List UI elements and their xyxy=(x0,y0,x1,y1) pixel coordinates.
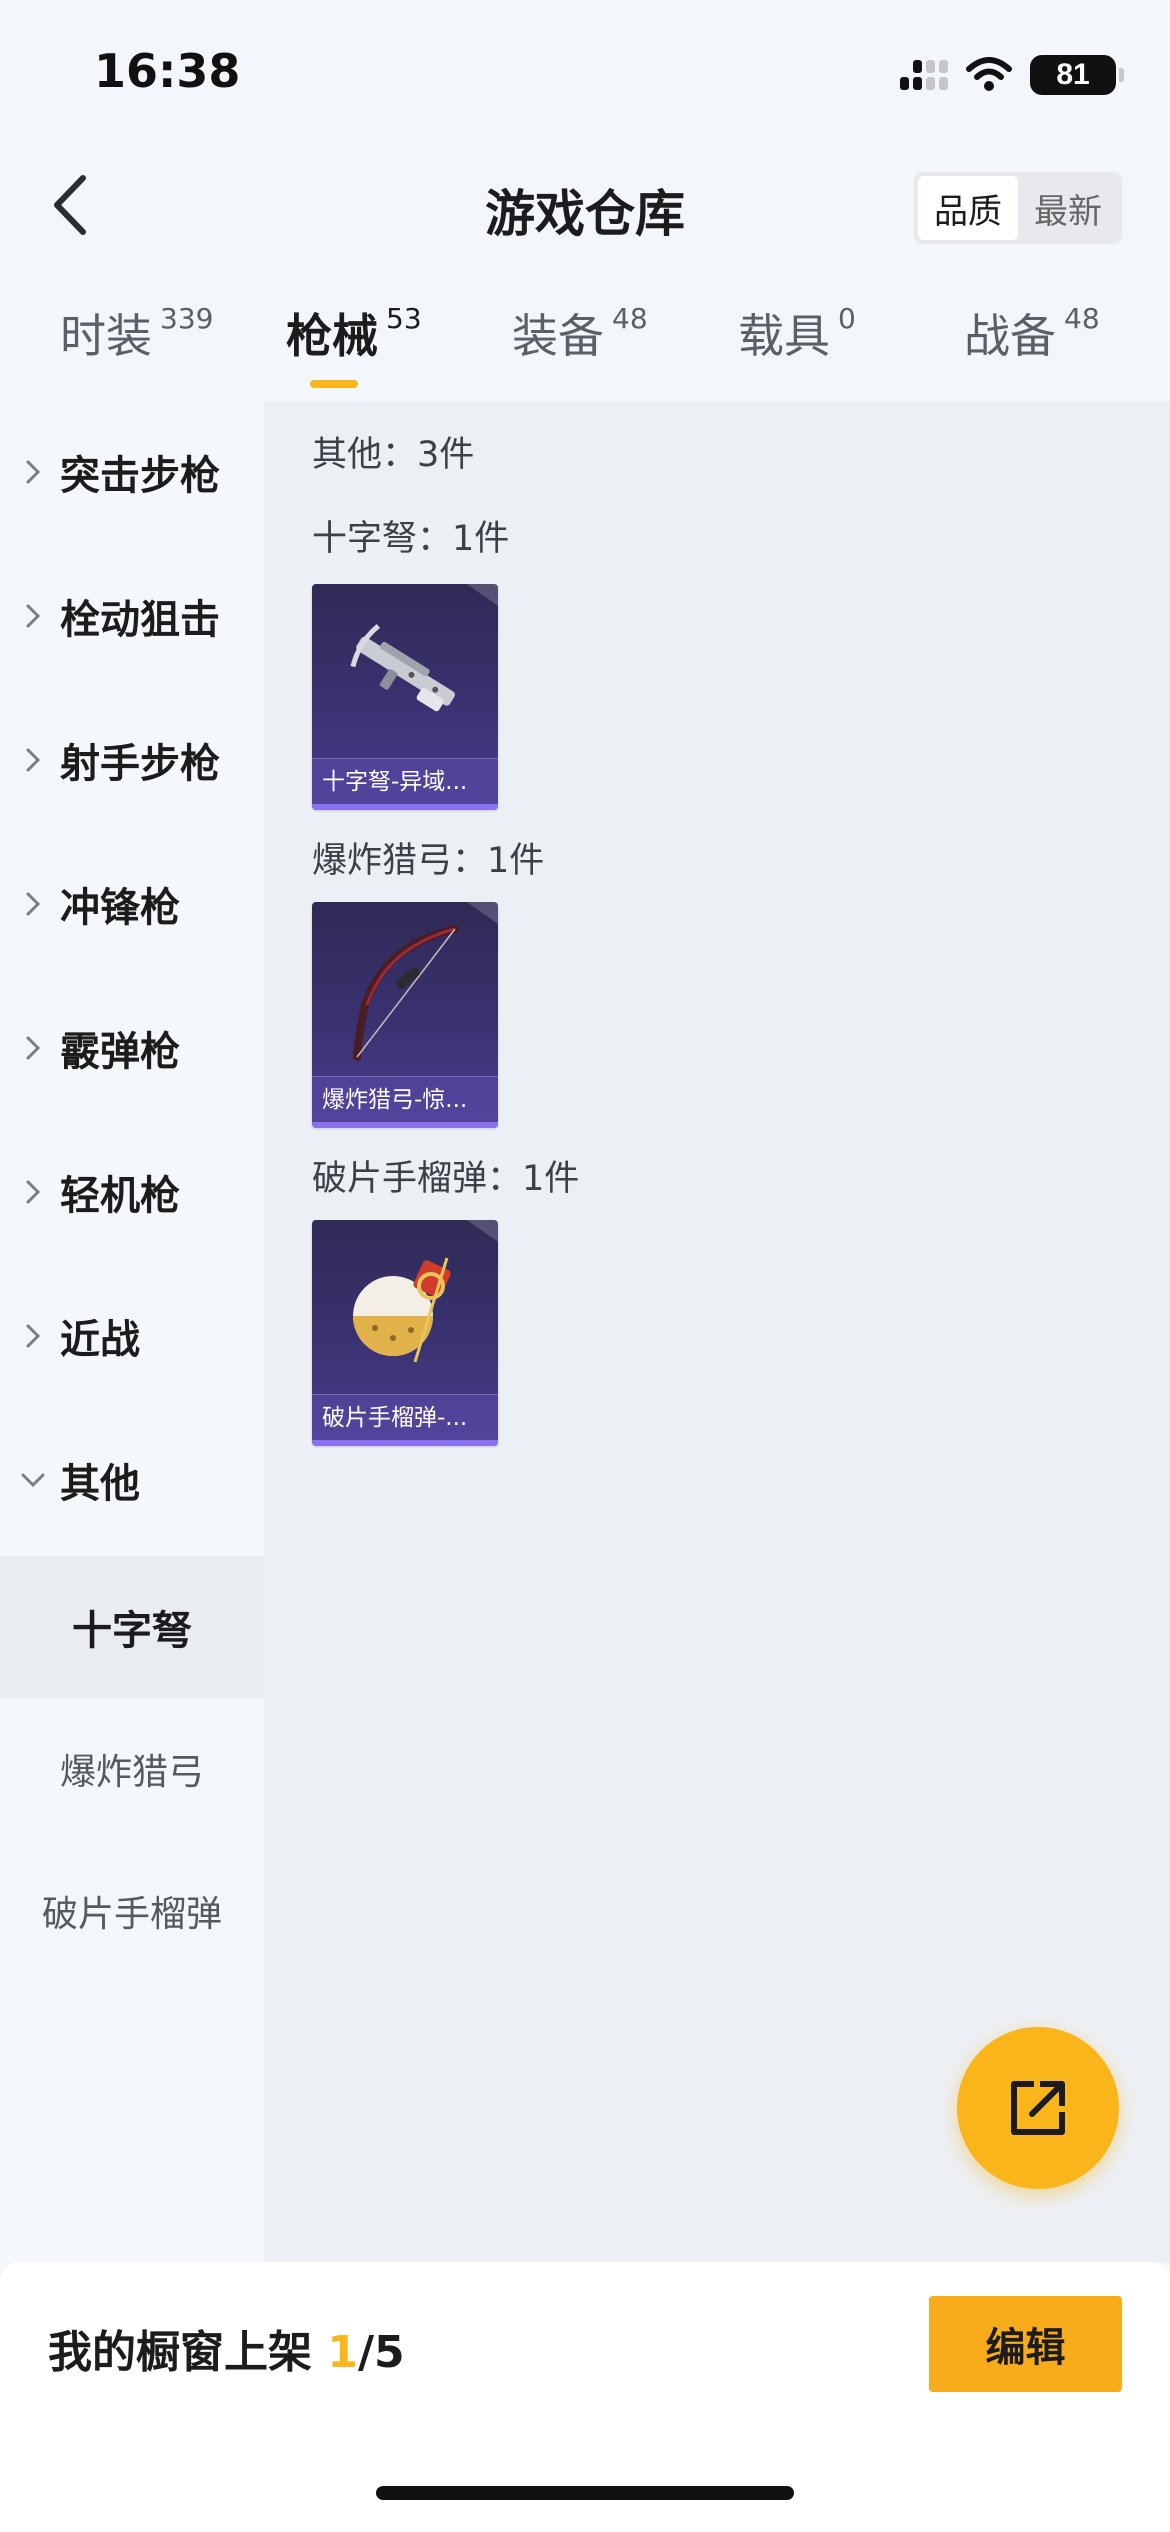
tab-count: 339 xyxy=(160,302,214,335)
group-heading: 爆炸猎弓：1件 xyxy=(312,841,545,881)
active-tab-indicator xyxy=(310,380,358,388)
sort-toggle: 品质 最新 xyxy=(914,172,1122,244)
sort-newest-option[interactable]: 最新 xyxy=(1018,176,1118,240)
chevron-down-icon xyxy=(0,1472,60,1488)
wifi-icon xyxy=(966,57,1012,91)
item-caption: 十字弩-异域... xyxy=(312,758,498,804)
rarity-bar xyxy=(312,1440,498,1446)
sort-quality-option[interactable]: 品质 xyxy=(918,176,1018,240)
tab-label: 枪械 xyxy=(286,309,378,363)
tab-label: 载具 xyxy=(738,309,830,363)
sidebar-item-bolt-sniper[interactable]: 栓动狙击 xyxy=(0,546,264,686)
sidebar-item-label: 轻机枪 xyxy=(60,1173,180,1219)
tab-label: 装备 xyxy=(512,309,604,363)
tab-count: 53 xyxy=(386,302,422,335)
home-indicator xyxy=(376,2486,794,2500)
chevron-right-icon xyxy=(0,747,60,773)
back-button[interactable] xyxy=(36,170,106,240)
chevron-right-icon xyxy=(0,1179,60,1205)
item-card-explosive-bow[interactable]: 爆炸猎弓-惊... xyxy=(312,902,498,1128)
tab-label: 战备 xyxy=(964,309,1056,363)
sidebar-sub-frag-grenade[interactable]: 破片手榴弹 xyxy=(0,1840,264,1982)
showcase-status: 我的橱窗上架 1/5 xyxy=(48,2316,405,2380)
group-heading: 十字弩：1件 xyxy=(312,519,510,559)
share-button[interactable] xyxy=(957,2027,1119,2189)
item-card-crossbow[interactable]: 十字弩-异域... xyxy=(312,584,498,810)
summary-heading: 其他：3件 xyxy=(312,435,475,475)
chevron-right-icon xyxy=(0,459,60,485)
chevron-left-icon xyxy=(54,175,86,235)
sidebar-item-label: 其他 xyxy=(60,1461,140,1507)
tab-tactical-gear[interactable]: 战备 48 xyxy=(964,300,1100,400)
sidebar-sub-explosive-bow[interactable]: 爆炸猎弓 xyxy=(0,1698,264,1840)
sidebar-item-shotgun[interactable]: 霰弹枪 xyxy=(0,978,264,1118)
sidebar-item-label: 霰弹枪 xyxy=(60,1029,180,1075)
tab-firearms[interactable]: 枪械 53 xyxy=(286,300,422,400)
battery-icon: 81 xyxy=(1030,55,1124,95)
cellular-signal-icon xyxy=(900,60,948,90)
tab-count: 0 xyxy=(838,302,856,335)
item-card-frag-grenade[interactable]: 破片手榴弹-... xyxy=(312,1220,498,1446)
grenade-icon xyxy=(312,1220,498,1396)
sidebar-item-label: 突击步枪 xyxy=(60,453,220,499)
sidebar-item-label: 近战 xyxy=(60,1317,140,1363)
chevron-right-icon xyxy=(0,603,60,629)
item-caption: 破片手榴弹-... xyxy=(312,1394,498,1440)
sidebar-item-smg[interactable]: 冲锋枪 xyxy=(0,834,264,974)
status-icons: 81 xyxy=(900,52,1124,98)
item-caption: 爆炸猎弓-惊... xyxy=(312,1076,498,1122)
tab-count: 48 xyxy=(1064,302,1100,335)
chevron-right-icon xyxy=(0,1323,60,1349)
category-tabs: 时装 339 枪械 53 装备 48 载具 0 战备 48 xyxy=(0,300,1170,400)
tab-vehicles[interactable]: 载具 0 xyxy=(738,300,856,400)
category-sidebar: 突击步枪 栓动狙击 射手步枪 冲锋枪 霰弹枪 轻机枪 近战 其他 十字弩 爆炸猎… xyxy=(0,402,264,2262)
edit-button[interactable]: 编辑 xyxy=(929,2296,1122,2392)
sidebar-item-other[interactable]: 其他 xyxy=(0,1410,264,1550)
crossbow-icon xyxy=(312,584,498,760)
sidebar-item-label: 栓动狙击 xyxy=(60,597,220,643)
showcase-current: 1 xyxy=(327,2327,358,2378)
group-heading: 破片手榴弹：1件 xyxy=(312,1159,580,1199)
status-bar: 16:38 81 xyxy=(0,0,1170,150)
battery-level: 81 xyxy=(1056,58,1090,91)
item-list: 其他：3件 十字弩：1件 十字弩-异域... 爆炸猎弓：1件 爆炸猎弓-惊...… xyxy=(264,402,1170,2262)
rarity-bar xyxy=(312,804,498,810)
sidebar-item-marksman-rifle[interactable]: 射手步枪 xyxy=(0,690,264,830)
tab-count: 48 xyxy=(612,302,648,335)
chevron-right-icon xyxy=(0,891,60,917)
sidebar-item-label: 射手步枪 xyxy=(60,741,220,787)
rarity-bar xyxy=(312,1122,498,1128)
sidebar-item-label: 冲锋枪 xyxy=(60,885,180,931)
chevron-right-icon xyxy=(0,1035,60,1061)
tab-label: 时装 xyxy=(60,309,152,363)
showcase-total: /5 xyxy=(357,2327,405,2378)
status-time: 16:38 xyxy=(94,44,241,98)
showcase-label: 我的橱窗上架 xyxy=(48,2327,328,2378)
external-link-icon xyxy=(1011,2081,1065,2135)
tab-fashion[interactable]: 时装 339 xyxy=(60,300,213,400)
sidebar-sub-crossbow[interactable]: 十字弩 xyxy=(0,1556,264,1698)
sidebar-item-assault-rifle[interactable]: 突击步枪 xyxy=(0,402,264,542)
sidebar-item-lmg[interactable]: 轻机枪 xyxy=(0,1122,264,1262)
bow-icon xyxy=(312,902,498,1078)
header: 游戏仓库 品质 最新 xyxy=(0,160,1170,250)
tab-equipment[interactable]: 装备 48 xyxy=(512,300,648,400)
sidebar-item-melee[interactable]: 近战 xyxy=(0,1266,264,1406)
